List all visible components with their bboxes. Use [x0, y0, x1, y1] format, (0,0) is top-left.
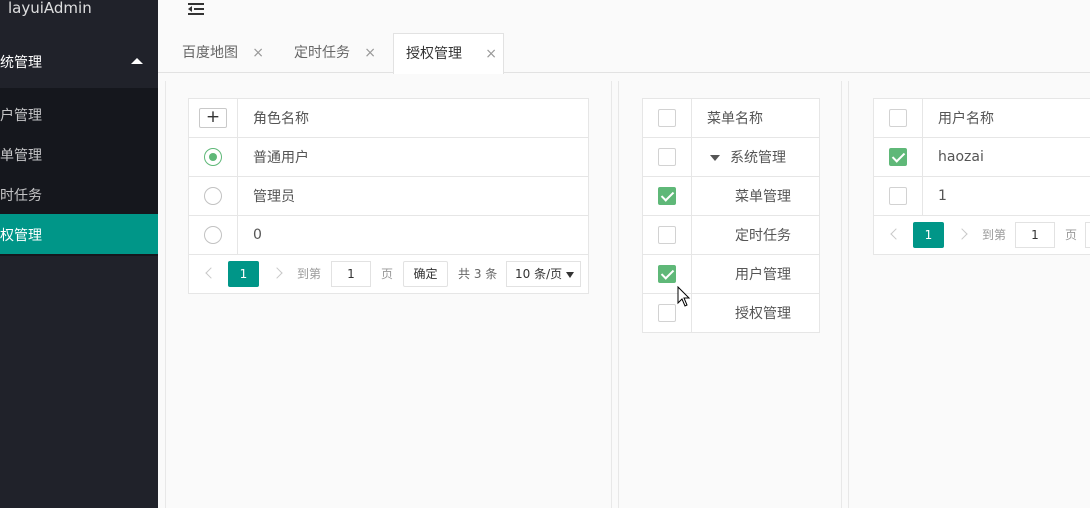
sidebar-item-tasks[interactable]: 定时任务	[0, 174, 158, 214]
page-current-button[interactable]: 1	[228, 261, 259, 287]
row-checkbox-checked[interactable]	[658, 265, 676, 283]
role-pager: 1 到第 1 页 确定 共 3 条 10 条/页	[188, 254, 589, 294]
tab-label: 定时任务	[294, 45, 350, 61]
tree-expand-icon[interactable]	[710, 155, 720, 161]
sidebar-item-label: 菜单管理	[0, 148, 42, 164]
sidebar-item-menus[interactable]: 菜单管理	[0, 134, 158, 174]
role-table: + 角色名称 普通用户 管理员 0	[188, 98, 589, 255]
user-name-cell: haozai	[922, 137, 1090, 177]
goto-label: 到第	[982, 228, 1007, 242]
page-label: 页	[1065, 228, 1078, 242]
table-header-row: 用户名称	[873, 98, 1090, 138]
page-size-select[interactable]: 10 条/页	[506, 261, 581, 287]
top-bar	[158, 0, 1090, 28]
tab-label: 百度地图	[182, 45, 238, 61]
role-name-header: 角色名称	[237, 98, 589, 138]
row-checkbox[interactable]	[658, 148, 676, 166]
table-row[interactable]: haozai	[873, 137, 1090, 177]
table-row[interactable]: 系统管理	[642, 137, 820, 177]
goto-label: 到第	[297, 267, 322, 281]
radio[interactable]	[204, 187, 222, 205]
user-table: 用户名称 haozai 1	[873, 98, 1090, 216]
sidebar-item-label: 用户管理	[0, 108, 42, 124]
total-count: 共 3 条	[458, 267, 498, 281]
table-row[interactable]: 定时任务	[642, 215, 820, 255]
row-checkbox[interactable]	[889, 187, 907, 205]
user-name-header: 用户名称	[922, 98, 1090, 138]
user-name-cell: 1	[922, 176, 1090, 216]
sidebar-group-label: 系统管理	[0, 55, 42, 71]
confirm-page-button[interactable]	[1085, 222, 1090, 248]
table-row[interactable]: 普通用户	[188, 137, 589, 177]
close-icon[interactable]: ×	[364, 33, 376, 73]
prev-page-icon[interactable]	[890, 228, 902, 240]
row-checkbox-checked[interactable]	[889, 148, 907, 166]
radio[interactable]	[204, 226, 222, 244]
tab-label: 授权管理	[406, 46, 462, 62]
confirm-page-button[interactable]: 确定	[403, 261, 448, 287]
sidebar-item-users[interactable]: 用户管理	[0, 94, 158, 134]
menu-name-cell: 用户管理	[691, 254, 820, 294]
page-input[interactable]: 1	[1015, 222, 1055, 248]
table-header-row: + 角色名称	[188, 98, 589, 138]
row-checkbox[interactable]	[658, 226, 676, 244]
sidebar-item-label: 定时任务	[0, 188, 42, 204]
page-label: 页	[381, 267, 394, 281]
tab-authorization[interactable]: 授权管理 ×	[393, 33, 504, 74]
menu-name-header: 菜单名称	[691, 98, 820, 138]
tab-scheduled-tasks[interactable]: 定时任务 ×	[282, 33, 382, 73]
table-row[interactable]: 1	[873, 176, 1090, 216]
row-checkbox[interactable]	[658, 304, 676, 322]
sidebar-item-auth[interactable]: 授权管理	[0, 214, 158, 254]
sidebar-submenu: 用户管理 菜单管理 定时任务 授权管理	[0, 88, 158, 256]
table-row[interactable]: 菜单管理	[642, 176, 820, 216]
select-all-checkbox[interactable]	[889, 109, 907, 127]
role-name-cell: 管理员	[237, 176, 589, 216]
close-icon[interactable]: ×	[485, 34, 497, 74]
sidebar-item-label: 授权管理	[0, 228, 42, 244]
main-content: + 角色名称 普通用户 管理员 0 1 到第 1 页 确定 共 3 条 10 条…	[158, 81, 1090, 508]
table-row[interactable]: 用户管理	[642, 254, 820, 294]
menu-shrink-icon[interactable]	[188, 2, 204, 16]
menu-name-cell: 系统管理	[730, 150, 786, 166]
tab-bar: 百度地图 × 定时任务 × 授权管理 ×	[158, 33, 1090, 74]
role-name-cell: 普通用户	[237, 137, 589, 177]
table-row[interactable]: 授权管理	[642, 293, 820, 333]
menu-name-cell: 定时任务	[691, 215, 820, 255]
radio-selected[interactable]	[204, 148, 222, 166]
close-icon[interactable]: ×	[252, 33, 264, 73]
user-pager: 1 到第 1 页	[873, 215, 1090, 255]
page-current-button[interactable]: 1	[913, 222, 944, 248]
page-input[interactable]: 1	[331, 261, 371, 287]
table-row[interactable]: 管理员	[188, 176, 589, 216]
select-all-checkbox[interactable]	[658, 109, 676, 127]
sidebar-group-system[interactable]: 系统管理	[0, 40, 158, 82]
mouse-cursor-icon	[677, 286, 691, 307]
next-page-icon[interactable]	[271, 267, 283, 279]
menu-name-cell: 菜单管理	[691, 176, 820, 216]
page-size-value: 10 条/页	[515, 267, 563, 281]
tab-baidu-map[interactable]: 百度地图 ×	[170, 33, 270, 73]
prev-page-icon[interactable]	[205, 267, 217, 279]
dropdown-caret-icon	[566, 272, 574, 278]
table-row[interactable]: 0	[188, 215, 589, 255]
table-header-row: 菜单名称	[642, 98, 820, 138]
role-name-cell: 0	[237, 215, 589, 255]
menu-name-cell: 授权管理	[691, 293, 820, 333]
menu-table: 菜单名称 系统管理 菜单管理 定时任务 用户管理 授权管理	[642, 98, 820, 333]
add-role-button[interactable]: +	[199, 108, 227, 128]
sidebar: layuiAdmin 系统管理 用户管理 菜单管理 定时任务 授权管理	[0, 0, 158, 508]
next-page-icon[interactable]	[956, 228, 968, 240]
app-logo: layuiAdmin	[8, 0, 92, 17]
row-checkbox-checked[interactable]	[658, 187, 676, 205]
caret-up-icon	[131, 58, 143, 64]
